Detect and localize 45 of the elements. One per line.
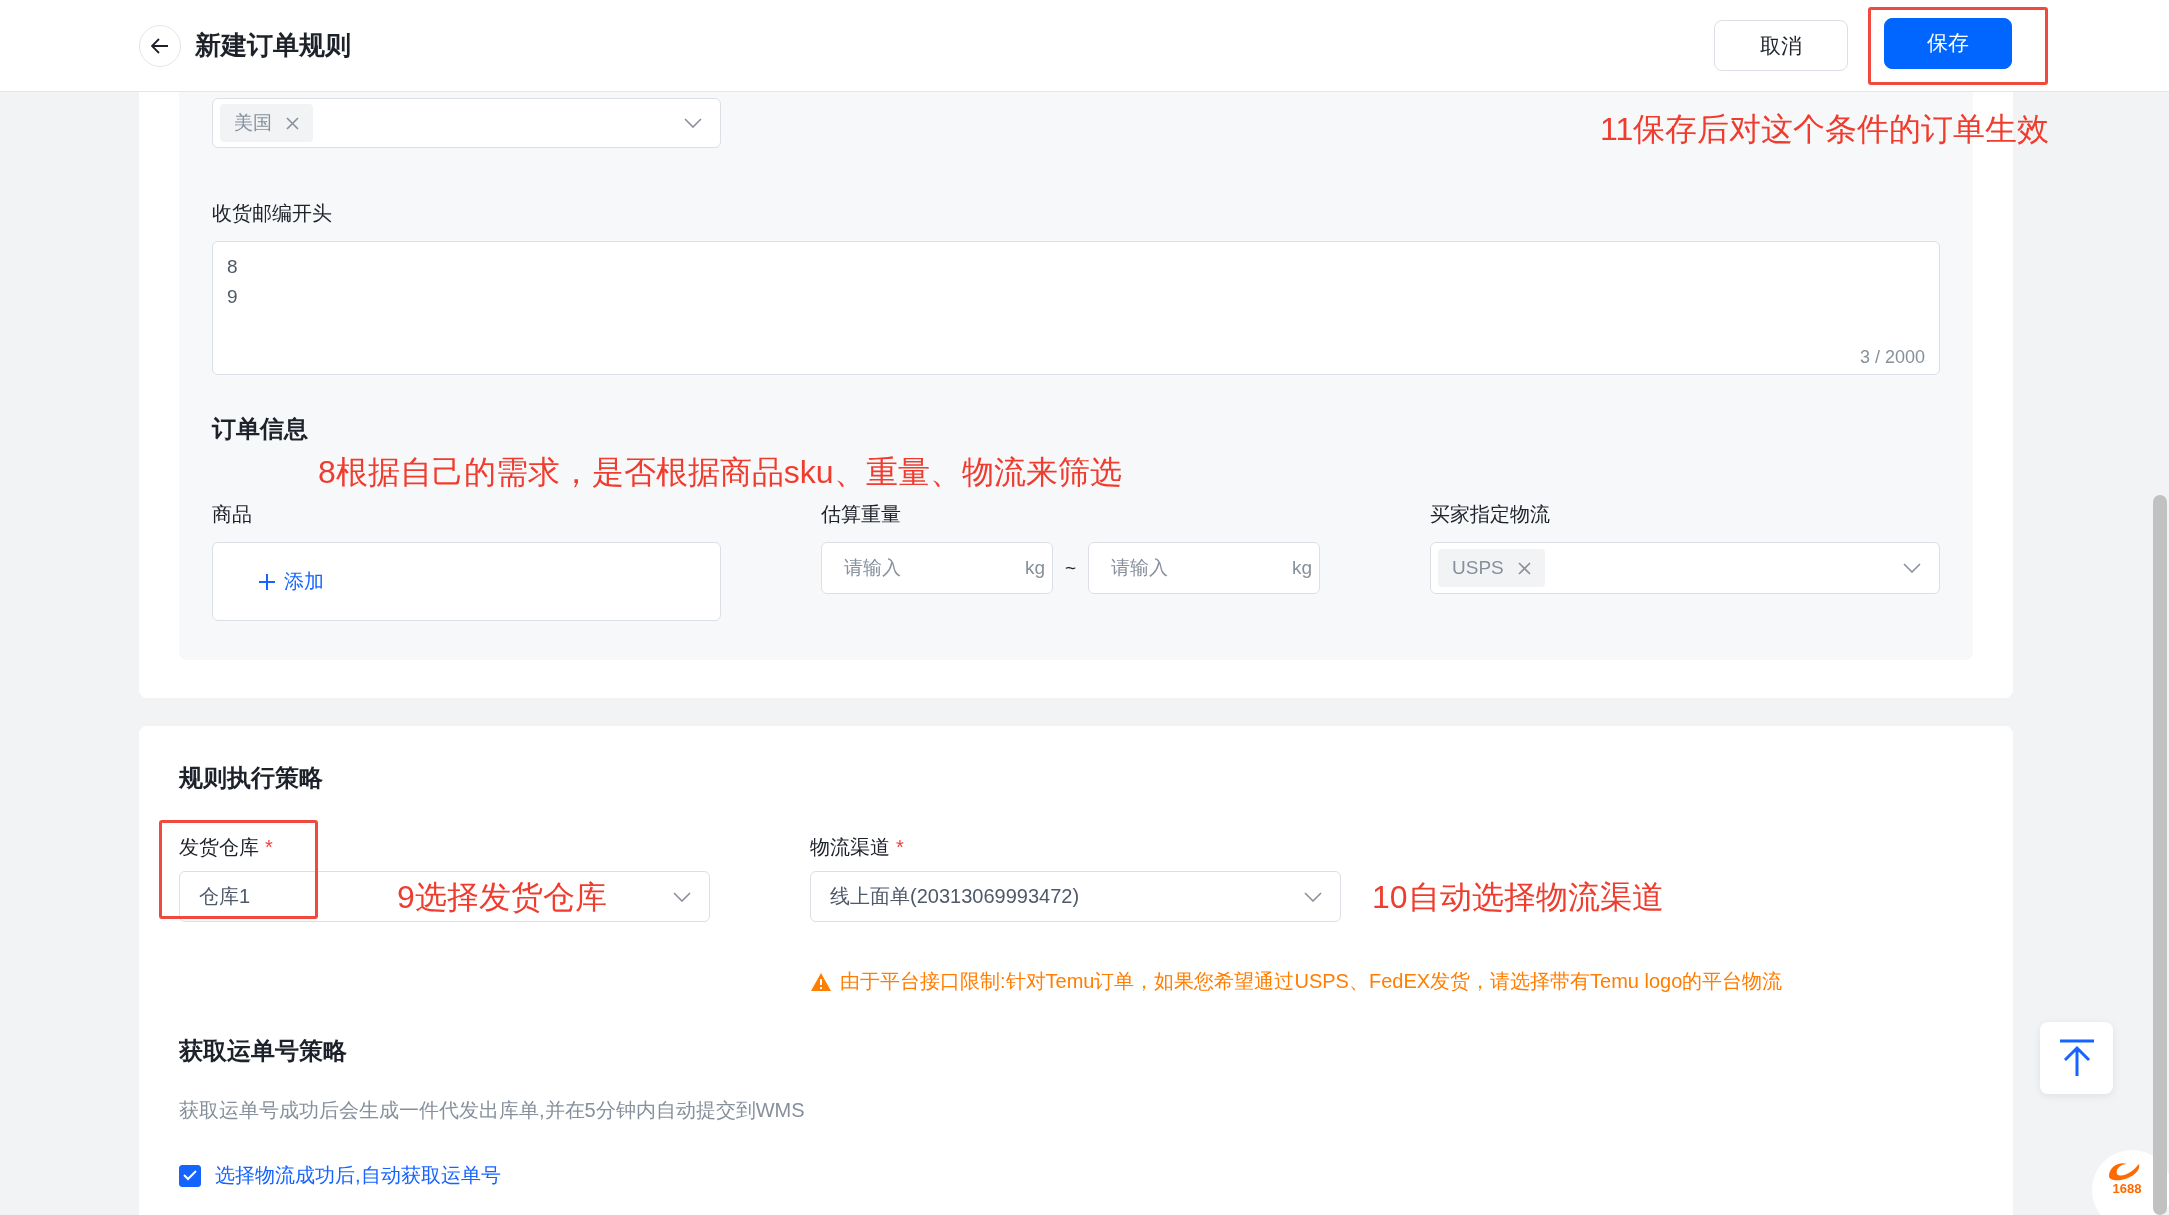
checkbox-label[interactable]: 选择物流成功后,自动获取运单号 (215, 1162, 501, 1189)
close-icon[interactable] (1517, 561, 1531, 575)
section-title: 获取运单号策略 (179, 1036, 348, 1066)
section-title: 订单信息 (212, 414, 309, 444)
plus-icon (258, 572, 276, 591)
country-select[interactable]: 美国 (212, 98, 721, 148)
scrollbar[interactable] (2153, 495, 2167, 1215)
field-label: 发货仓库 * (179, 835, 274, 860)
add-button[interactable]: 添加 (258, 568, 324, 595)
chevron-down-icon (684, 118, 702, 128)
character-counter: 3 / 2000 (1859, 347, 1925, 368)
close-icon[interactable] (286, 116, 299, 130)
back-arrow-icon (151, 37, 169, 54)
chevron-down-icon (673, 891, 691, 902)
logistics-tag: USPS (1438, 549, 1545, 587)
checkbox[interactable] (179, 1164, 201, 1187)
annotation-text: 10自动选择物流渠道 (1372, 878, 1664, 917)
field-label: 物流渠道 * (810, 835, 905, 860)
back-button[interactable] (139, 24, 181, 67)
unit-label: kg (1024, 557, 1045, 579)
save-button[interactable]: 保存 (1884, 17, 2012, 69)
warning-text: 由于平台接口限制:针对Temu订单，如果您希望通过USPS、FedEX发货，请选择带有Temu logo的平台物流 (840, 969, 1783, 994)
chevron-down-icon (1903, 563, 1921, 573)
field-label: 估算重量 (821, 502, 901, 527)
field-label: 收货邮编开头 (212, 201, 333, 226)
description-text: 获取运单号成功后会生成一件代发出库单,并在5分钟内自动提交到WMS (179, 1098, 806, 1123)
field-label: 商品 (212, 502, 252, 527)
chevron-down-icon (1304, 891, 1322, 902)
field-label: 买家指定物流 (1430, 502, 1550, 527)
warning-icon (810, 971, 832, 992)
page-title: 新建订单规则 (195, 29, 351, 62)
check-icon (183, 1170, 197, 1181)
cancel-button[interactable]: 取消 (1714, 20, 1848, 71)
range-separator: ~ (1065, 557, 1077, 579)
annotation-text: 11保存后对这个条件的订单生效 (1600, 110, 2050, 149)
unit-label: kg (1292, 557, 1313, 579)
country-tag: 美国 (220, 104, 313, 142)
logistics-select[interactable]: USPS (1430, 542, 1940, 594)
channel-select[interactable]: 线上面单(20313069993472) (810, 871, 1341, 922)
textarea-value: 8 9 (227, 255, 239, 309)
back-to-top-button[interactable] (2040, 1022, 2113, 1094)
annotation-text: 9选择发货仓库 (397, 878, 607, 917)
section-title: 规则执行策略 (179, 763, 324, 793)
annotation-text: 8根据自己的需求，是否根据商品sku、重量、物流来筛选 (318, 453, 1122, 492)
postcode-textarea[interactable]: 8 9 3 / 2000 (212, 241, 1940, 375)
